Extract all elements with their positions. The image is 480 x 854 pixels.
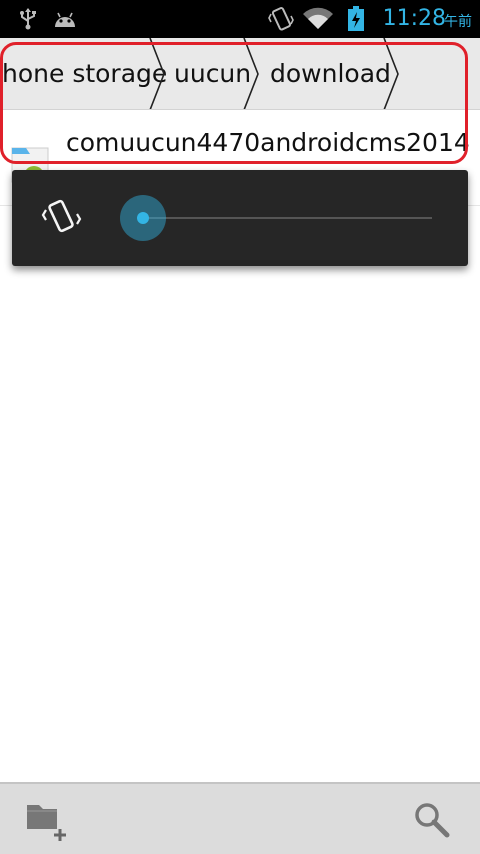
breadcrumb-separator (243, 38, 259, 109)
breadcrumb-item-phone-storage[interactable]: hone storage (2, 38, 167, 109)
new-folder-icon[interactable] (16, 792, 80, 848)
screen: 11:28 午前 hone storage uucun download com… (0, 0, 480, 854)
breadcrumb-item-download[interactable]: download (270, 38, 391, 109)
breadcrumb: hone storage uucun download (0, 38, 480, 110)
breadcrumb-separator (149, 38, 165, 109)
volume-slider-thumb[interactable] (120, 195, 166, 241)
battery-charging-icon (344, 0, 368, 38)
vibrate-icon (266, 0, 296, 38)
breadcrumb-separator (383, 38, 399, 109)
usb-icon (14, 0, 42, 38)
clock-time: 11:28 (382, 6, 446, 31)
status-bar: 11:28 午前 (0, 0, 480, 38)
vibrate-icon[interactable] (38, 194, 86, 242)
bottom-action-bar (0, 782, 480, 854)
search-icon[interactable] (400, 792, 464, 848)
volume-slider-track[interactable] (144, 217, 432, 219)
volume-panel (12, 170, 468, 266)
breadcrumb-item-uucun[interactable]: uucun (174, 38, 251, 109)
wifi-icon (300, 0, 336, 38)
file-name: comuucun4470androidcms2014 (66, 128, 470, 157)
android-icon (50, 0, 80, 38)
volume-slider-thumb-center (137, 212, 149, 224)
clock-ampm: 午前 (444, 14, 472, 30)
